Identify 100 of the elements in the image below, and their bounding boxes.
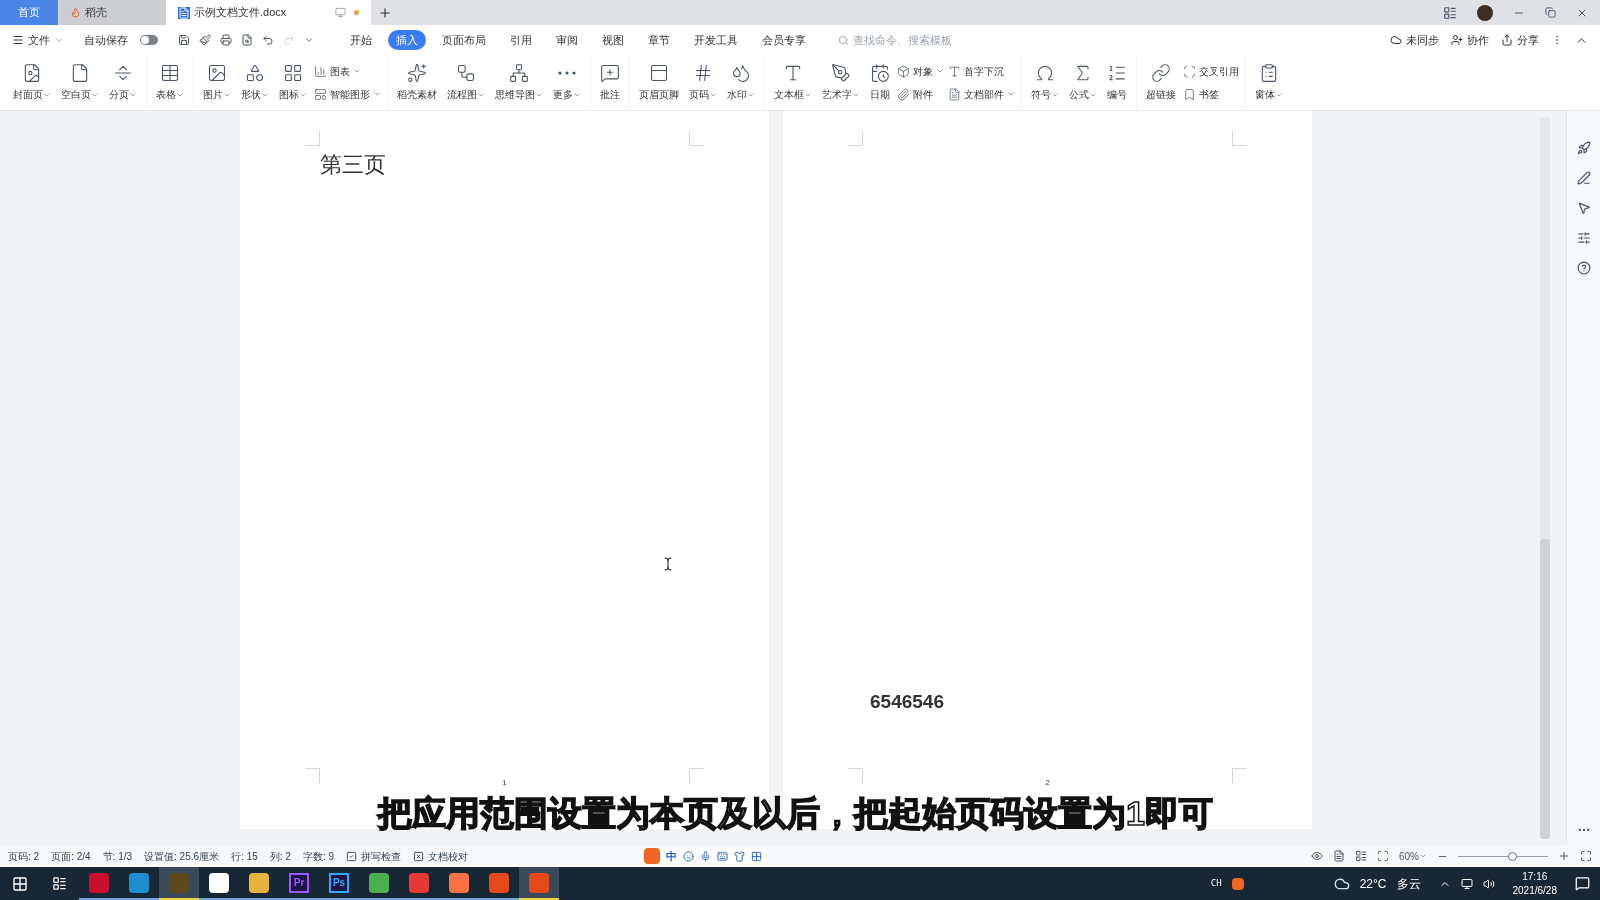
- ribbon-button[interactable]: 流程图: [444, 55, 488, 110]
- ribbon-small-button[interactable]: 智能图形: [314, 86, 381, 102]
- ribbon-tab[interactable]: 插入: [388, 29, 426, 51]
- ribbon-button[interactable]: 更多: [550, 55, 584, 110]
- ribbon-tab[interactable]: 视图: [594, 29, 632, 51]
- outline-view-icon[interactable]: [1355, 850, 1367, 862]
- print-preview-icon[interactable]: [241, 34, 253, 46]
- ribbon-button[interactable]: 图标: [276, 55, 310, 110]
- caret-icon: [353, 67, 361, 75]
- sogou-tray-icon[interactable]: [1231, 877, 1244, 890]
- zoom-slider-thumb[interactable]: [1508, 851, 1517, 861]
- pointer-icon[interactable]: [1576, 201, 1591, 215]
- fullscreen-icon[interactable]: [1580, 850, 1592, 862]
- ribbon-tab[interactable]: 开始: [342, 29, 380, 51]
- mind-map-icon: [509, 63, 529, 83]
- caret-icon: [936, 67, 944, 75]
- ribbon-small-button[interactable]: 附件: [897, 86, 944, 102]
- toolbar-action[interactable]: 分享: [1501, 31, 1539, 49]
- zoom-dropdown[interactable]: 60%: [1399, 848, 1427, 864]
- help-icon[interactable]: [1576, 261, 1591, 275]
- sogou-logo-icon: [644, 848, 661, 864]
- ribbon-button[interactable]: 形状: [238, 55, 272, 110]
- caret-icon: [1007, 90, 1015, 98]
- ribbon-button[interactable]: 封面页: [10, 55, 54, 110]
- restore-icon[interactable]: [1545, 7, 1556, 18]
- ribbon-button[interactable]: 水印: [724, 55, 758, 110]
- autosave-toggle[interactable]: [140, 35, 158, 45]
- volume-icon[interactable]: [1482, 877, 1495, 890]
- ime-mode[interactable]: 中: [666, 847, 678, 865]
- avatar[interactable]: [1477, 4, 1493, 21]
- ribbon-button[interactable]: 页码: [686, 55, 720, 110]
- rocket-icon[interactable]: [1576, 141, 1591, 155]
- ribbon-tab[interactable]: 章节: [640, 29, 678, 51]
- network-icon[interactable]: [1460, 877, 1473, 890]
- page-view-icon[interactable]: [1333, 850, 1345, 862]
- undo-icon[interactable]: [262, 34, 274, 46]
- notification-icon[interactable]: [1575, 876, 1590, 891]
- taskbar-app[interactable]: [519, 867, 559, 900]
- print-icon[interactable]: [220, 34, 232, 46]
- format-painter-icon[interactable]: [199, 34, 211, 46]
- ribbon-button[interactable]: 空白页: [58, 55, 102, 110]
- zoom-in-icon[interactable]: [1558, 850, 1570, 862]
- ribbon-button[interactable]: 分页: [106, 55, 140, 110]
- fit-icon[interactable]: [1377, 850, 1389, 862]
- ribbon-button[interactable]: 超链接: [1143, 55, 1179, 110]
- input-language[interactable]: CH: [1210, 876, 1222, 891]
- grid-icon[interactable]: [751, 850, 763, 862]
- pen-icon[interactable]: [1576, 171, 1591, 185]
- ribbon-button[interactable]: 表格: [153, 55, 187, 110]
- ribbon-button[interactable]: 窗体: [1252, 55, 1286, 110]
- status-button[interactable]: 拼写检查: [346, 848, 402, 864]
- toolbar-action[interactable]: 未同步: [1390, 31, 1439, 49]
- sliders-icon[interactable]: [1576, 231, 1591, 245]
- bookmark-icon: [1183, 87, 1196, 101]
- command-search-field[interactable]: 查找命令、搜索模板: [838, 31, 973, 49]
- window-tab[interactable]: 示例文档文件.docx: [166, 0, 371, 25]
- taskbar-app[interactable]: Pr: [279, 867, 319, 900]
- ribbon-small-button[interactable]: 文档部件: [948, 86, 1015, 102]
- ribbon-button[interactable]: 图片: [200, 55, 234, 110]
- emoji-icon[interactable]: [683, 850, 695, 862]
- taskbar-app[interactable]: [159, 867, 199, 900]
- ribbon-button[interactable]: 符号: [1028, 55, 1062, 110]
- ribbon-button[interactable]: 批注: [597, 55, 623, 110]
- ribbon-button[interactable]: 文本框: [771, 55, 815, 110]
- ribbon-tab[interactable]: 审阅: [548, 29, 586, 51]
- ribbon-small-button[interactable]: 首字下沉: [948, 63, 1015, 79]
- page-break-icon: [113, 63, 133, 83]
- ribbon-tab[interactable]: 开发工具: [686, 29, 746, 51]
- ribbon-small-button[interactable]: 图表: [314, 63, 381, 79]
- file-menu[interactable]: 文件: [12, 31, 64, 49]
- ribbon-button[interactable]: 编号: [1104, 55, 1130, 110]
- shirt-icon[interactable]: [734, 850, 746, 862]
- ribbon-button[interactable]: 公式: [1066, 55, 1100, 110]
- start-icon[interactable]: [12, 875, 28, 892]
- taskbar-app[interactable]: Ps: [319, 867, 359, 900]
- ribbon-small-button[interactable]: 交叉引用: [1183, 63, 1239, 79]
- ribbon-button[interactable]: 思维导图: [492, 55, 546, 110]
- eye-icon[interactable]: [1311, 850, 1323, 862]
- ribbon-tab[interactable]: 引用: [502, 29, 540, 51]
- ribbon-small-button[interactable]: 对象: [897, 63, 944, 79]
- window-layout-icon[interactable]: [1443, 5, 1457, 20]
- save-icon[interactable]: [178, 34, 190, 46]
- customize-icon[interactable]: [304, 35, 314, 45]
- toolbar-action[interactable]: 协作: [1451, 31, 1489, 49]
- task-view-icon[interactable]: [52, 876, 67, 891]
- ribbon-tab[interactable]: 页面布局: [434, 29, 494, 51]
- ribbon-button[interactable]: 日期: [867, 55, 893, 110]
- ribbon-button[interactable]: 页眉页脚: [636, 55, 682, 110]
- status-item: 设置值: 25.6厘米: [144, 849, 220, 864]
- plus-icon: [378, 5, 392, 20]
- keyboard-icon[interactable]: [717, 850, 729, 862]
- window-tab[interactable]: 首页: [0, 0, 58, 25]
- microphone-icon[interactable]: [700, 850, 712, 862]
- ribbon-small-button[interactable]: 书签: [1183, 86, 1239, 102]
- ribbon-button[interactable]: 艺术字: [819, 55, 863, 110]
- window-tab[interactable]: 稻壳: [58, 0, 166, 25]
- search-icon: [838, 34, 849, 46]
- status-button[interactable]: 文档校对: [413, 848, 469, 864]
- ribbon-tab[interactable]: 会员专享: [754, 29, 814, 51]
- ribbon-button[interactable]: 稻壳素材: [394, 55, 440, 110]
